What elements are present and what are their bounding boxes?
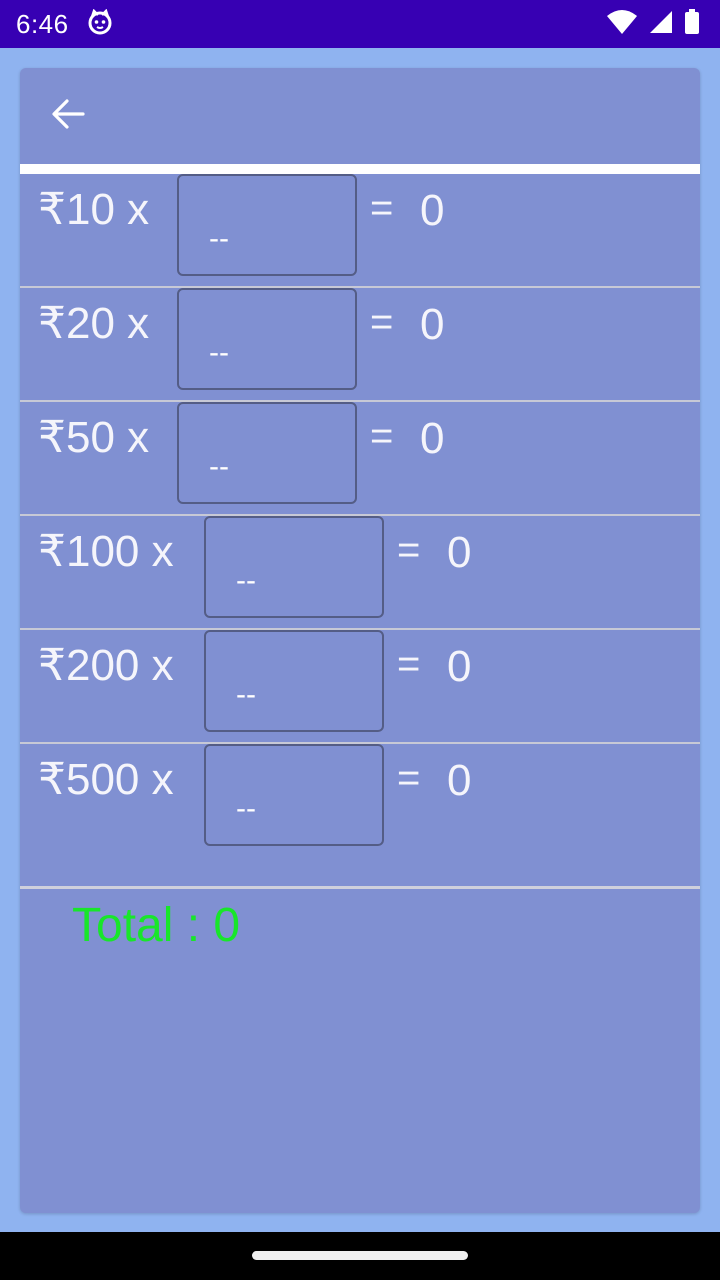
subtotal-value: 0 [447, 756, 472, 805]
denomination-label: ₹20 x [38, 299, 150, 348]
denomination-label: ₹500 x [38, 755, 174, 804]
battery-icon [684, 8, 700, 40]
denomination-label: ₹50 x [38, 413, 150, 462]
equals-sign: = [370, 414, 394, 458]
count-input-20[interactable] [177, 288, 357, 390]
home-gesture-handle[interactable] [252, 1251, 468, 1260]
denomination-list: ₹10 x = 0 ₹20 x = 0 ₹50 x = 0 ₹100 x = 0… [20, 174, 700, 858]
denomination-label: ₹200 x [38, 641, 174, 690]
denomination-label: ₹10 x [38, 185, 150, 234]
count-input-10[interactable] [177, 174, 357, 276]
status-time: 6:46 [16, 8, 69, 39]
denomination-label: ₹100 x [38, 527, 174, 576]
toolbar-divider [20, 164, 700, 174]
denomination-row-50: ₹50 x = 0 [20, 402, 700, 516]
subtotal-value: 0 [420, 186, 445, 235]
cat-notification-icon [87, 8, 113, 40]
toolbar [20, 68, 700, 164]
total-divider [20, 886, 700, 889]
back-button[interactable] [46, 94, 90, 138]
wifi-icon [606, 9, 638, 40]
arrow-left-icon [50, 96, 86, 137]
equals-sign: = [397, 528, 421, 572]
navigation-bar [0, 1232, 720, 1280]
subtotal-value: 0 [420, 414, 445, 463]
denomination-row-500: ₹500 x = 0 [20, 744, 700, 858]
subtotal-value: 0 [447, 528, 472, 577]
denomination-row-200: ₹200 x = 0 [20, 630, 700, 744]
denomination-row-100: ₹100 x = 0 [20, 516, 700, 630]
cellular-signal-icon [648, 9, 674, 40]
status-bar: 6:46 [0, 0, 720, 48]
count-input-100[interactable] [204, 516, 384, 618]
equals-sign: = [397, 642, 421, 686]
count-input-500[interactable] [204, 744, 384, 846]
denomination-row-20: ₹20 x = 0 [20, 288, 700, 402]
calculator-card: ₹10 x = 0 ₹20 x = 0 ₹50 x = 0 ₹100 x = 0… [20, 68, 700, 1213]
subtotal-value: 0 [420, 300, 445, 349]
equals-sign: = [370, 300, 394, 344]
denomination-row-10: ₹10 x = 0 [20, 174, 700, 288]
equals-sign: = [397, 756, 421, 800]
equals-sign: = [370, 186, 394, 230]
count-input-50[interactable] [177, 402, 357, 504]
total-amount: Total : 0 [72, 899, 241, 952]
subtotal-value: 0 [447, 642, 472, 691]
count-input-200[interactable] [204, 630, 384, 732]
